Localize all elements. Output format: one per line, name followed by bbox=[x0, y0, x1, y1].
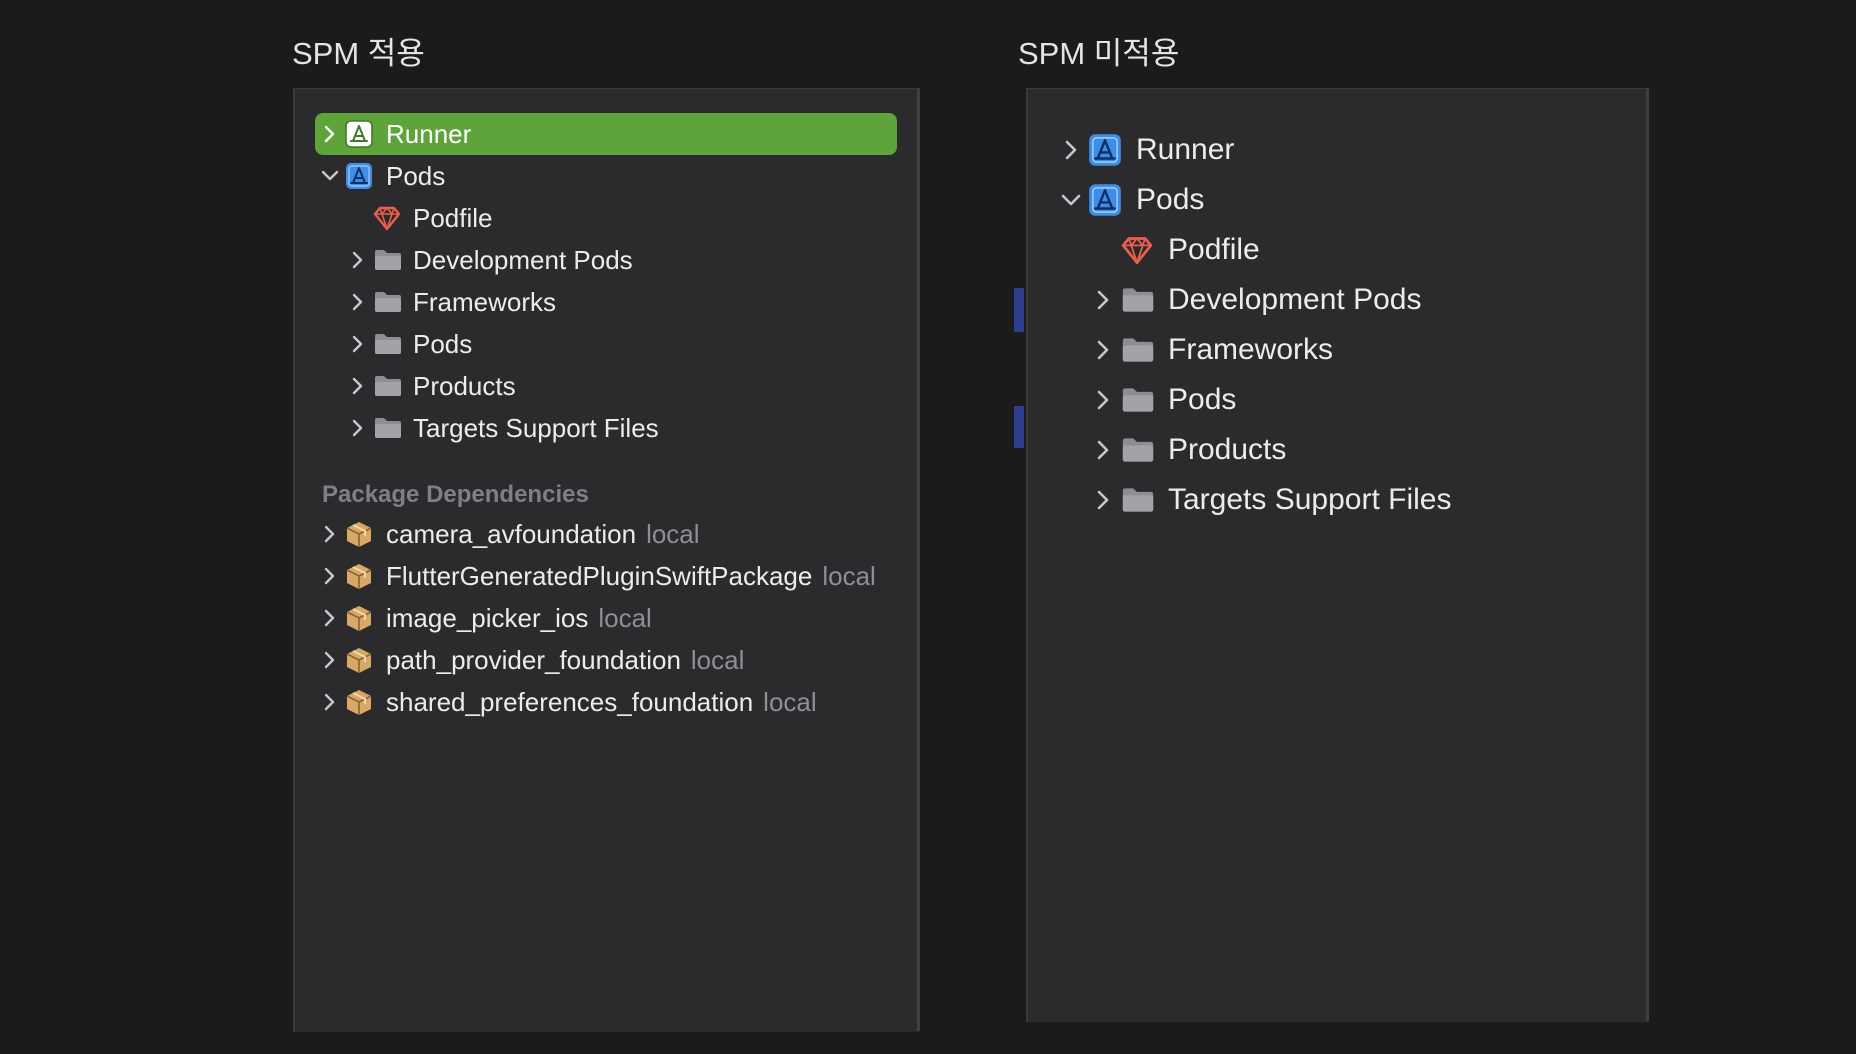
tree-item-pods-folder[interactable]: Pods bbox=[295, 323, 919, 365]
project-navigator-cocoapods: Runner Pods Podfile Development Pods Fra… bbox=[1026, 88, 1648, 1022]
tree-item-pods-project[interactable]: Pods bbox=[295, 155, 919, 197]
tree-item-products[interactable]: Products bbox=[1028, 425, 1648, 475]
chevron-right-icon[interactable] bbox=[345, 373, 371, 399]
tree-item-label: Development Pods bbox=[1168, 283, 1422, 316]
folder-icon bbox=[1120, 285, 1156, 315]
tree-item-pods-folder[interactable]: Pods bbox=[1028, 375, 1648, 425]
package-tag: local bbox=[598, 602, 652, 633]
xcode-project-icon bbox=[1088, 183, 1122, 217]
xcode-project-icon bbox=[345, 162, 373, 190]
package-item[interactable]: path_provider_foundation local bbox=[295, 639, 919, 681]
tree-item-label: Products bbox=[413, 370, 516, 401]
tree-item-label: Targets Support Files bbox=[1168, 483, 1452, 516]
tree-item-runner[interactable]: Runner bbox=[295, 113, 919, 155]
chevron-right-icon[interactable] bbox=[1090, 487, 1116, 513]
folder-icon bbox=[373, 330, 403, 358]
tree-item-label: Frameworks bbox=[413, 286, 557, 317]
tree-item-podfile[interactable]: Podfile bbox=[1028, 225, 1648, 275]
ruby-gem-icon bbox=[1120, 235, 1154, 265]
tree-item-development-pods[interactable]: Development Pods bbox=[1028, 275, 1648, 325]
caption-spm-not-applied: SPM 미적용 bbox=[1018, 36, 1180, 71]
chevron-right-icon[interactable] bbox=[1090, 337, 1116, 363]
tree-item-label: Podfile bbox=[1168, 233, 1260, 266]
package-item[interactable]: FlutterGeneratedPluginSwiftPackage local bbox=[295, 555, 919, 597]
tree-item-targets-support-files[interactable]: Targets Support Files bbox=[1028, 475, 1648, 525]
chevron-down-icon[interactable] bbox=[317, 163, 343, 189]
tree-item-label: Pods bbox=[1136, 183, 1205, 216]
package-item[interactable]: image_picker_ios local bbox=[295, 597, 919, 639]
xcode-project-icon bbox=[345, 120, 373, 148]
folder-icon bbox=[373, 246, 403, 274]
tree-item-label: Pods bbox=[386, 160, 446, 191]
chevron-right-icon[interactable] bbox=[345, 415, 371, 441]
folder-icon bbox=[1120, 335, 1156, 365]
tree-item-frameworks[interactable]: Frameworks bbox=[1028, 325, 1648, 375]
tree-item-label: Podfile bbox=[413, 202, 493, 233]
folder-icon bbox=[373, 372, 403, 400]
tree-item-label: Runner bbox=[386, 118, 472, 149]
folder-icon bbox=[1120, 485, 1156, 515]
xcode-project-icon bbox=[1088, 133, 1122, 167]
package-tag: local bbox=[763, 686, 817, 717]
folder-icon bbox=[1120, 435, 1156, 465]
chevron-right-icon[interactable] bbox=[1090, 287, 1116, 313]
section-header-package-dependencies: Package Dependencies bbox=[322, 481, 589, 508]
caption-spm-applied: SPM 적용 bbox=[292, 36, 425, 71]
tree-item-podfile[interactable]: Podfile bbox=[295, 197, 919, 239]
package-icon bbox=[345, 520, 373, 548]
tree-item-label: Targets Support Files bbox=[413, 412, 659, 443]
package-icon bbox=[345, 646, 373, 674]
package-icon bbox=[345, 688, 373, 716]
package-name: FlutterGeneratedPluginSwiftPackage bbox=[386, 560, 813, 591]
chevron-right-icon[interactable] bbox=[317, 605, 343, 631]
chevron-right-icon[interactable] bbox=[317, 121, 343, 147]
tree-item-label: Runner bbox=[1136, 133, 1235, 166]
tree-item-label: Development Pods bbox=[413, 244, 633, 275]
chevron-right-icon[interactable] bbox=[317, 647, 343, 673]
panel-divider bbox=[917, 88, 920, 1031]
tree-item-label: Products bbox=[1168, 433, 1287, 466]
package-name: path_provider_foundation bbox=[386, 644, 681, 675]
package-tag: local bbox=[646, 518, 700, 549]
editor-fragment bbox=[1014, 288, 1024, 332]
folder-icon bbox=[1120, 385, 1156, 415]
package-item[interactable]: camera_avfoundation local bbox=[295, 513, 919, 555]
project-navigator-spm: Runner Pods Podfile Development Pods Fra… bbox=[293, 88, 919, 1032]
folder-icon bbox=[373, 414, 403, 442]
chevron-right-icon[interactable] bbox=[1090, 437, 1116, 463]
tree-item-targets-support-files[interactable]: Targets Support Files bbox=[295, 407, 919, 449]
ruby-gem-icon bbox=[373, 204, 401, 232]
chevron-right-icon[interactable] bbox=[317, 521, 343, 547]
tree-item-pods-project[interactable]: Pods bbox=[1028, 175, 1648, 225]
panel-divider bbox=[1646, 88, 1649, 1021]
chevron-right-icon[interactable] bbox=[345, 289, 371, 315]
package-tag: local bbox=[690, 644, 745, 675]
chevron-right-icon[interactable] bbox=[317, 563, 343, 589]
tree-item-frameworks[interactable]: Frameworks bbox=[295, 281, 919, 323]
chevron-right-icon[interactable] bbox=[1090, 387, 1116, 413]
chevron-right-icon[interactable] bbox=[1058, 137, 1084, 163]
package-name: image_picker_ios bbox=[386, 602, 589, 633]
folder-icon bbox=[373, 288, 403, 316]
package-item[interactable]: shared_preferences_foundation local bbox=[295, 681, 919, 723]
editor-fragment bbox=[1014, 406, 1024, 448]
chevron-down-icon[interactable] bbox=[1058, 187, 1084, 213]
package-name: camera_avfoundation bbox=[386, 518, 637, 549]
package-name: shared_preferences_foundation bbox=[386, 686, 754, 717]
package-icon bbox=[345, 562, 373, 590]
tree-item-label: Frameworks bbox=[1168, 333, 1334, 366]
tree-item-products[interactable]: Products bbox=[295, 365, 919, 407]
tree-item-label: Pods bbox=[413, 328, 473, 359]
chevron-right-icon[interactable] bbox=[345, 247, 371, 273]
tree-item-development-pods[interactable]: Development Pods bbox=[295, 239, 919, 281]
chevron-right-icon[interactable] bbox=[345, 331, 371, 357]
tree-item-runner[interactable]: Runner bbox=[1028, 125, 1648, 175]
package-tag: local bbox=[822, 560, 876, 591]
chevron-right-icon[interactable] bbox=[317, 689, 343, 715]
tree-item-label: Pods bbox=[1168, 383, 1237, 416]
package-icon bbox=[345, 604, 373, 632]
